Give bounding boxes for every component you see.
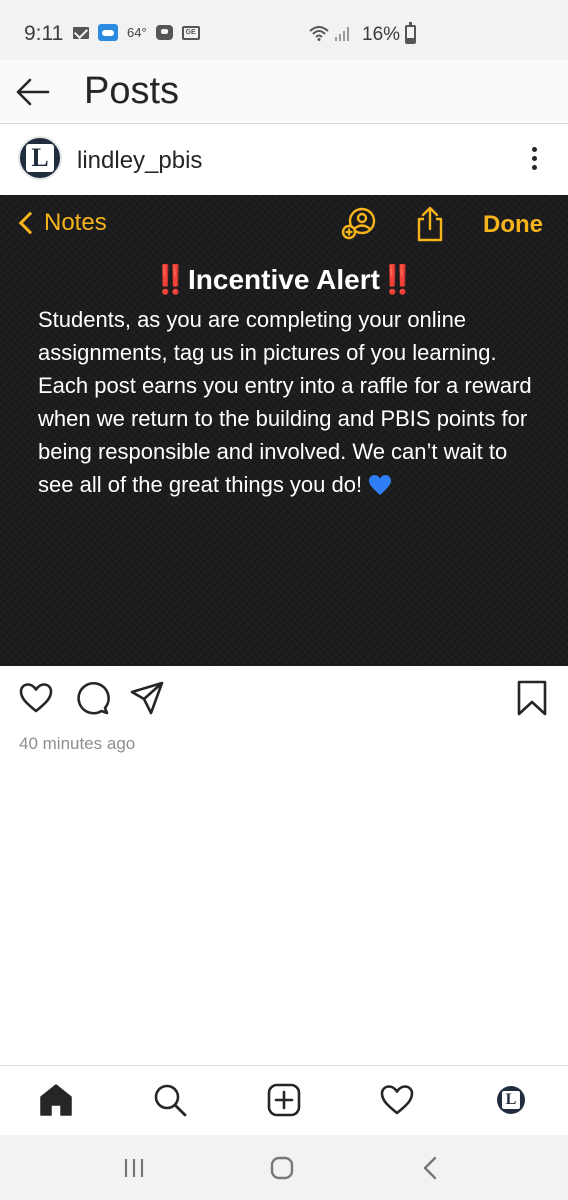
like-icon[interactable] xyxy=(18,680,54,716)
notes-done-button: Done xyxy=(483,211,543,238)
post-actions xyxy=(0,666,568,730)
weather-cloud-icon xyxy=(98,24,118,41)
status-time: 9:11 xyxy=(24,22,64,45)
add-post-icon[interactable] xyxy=(266,1082,302,1118)
share-icon[interactable] xyxy=(129,680,165,716)
more-vertical-icon[interactable] xyxy=(524,147,544,175)
activity-heart-icon[interactable] xyxy=(379,1082,415,1118)
avatar-letter: L xyxy=(26,144,54,172)
android-nav-bar xyxy=(0,1135,568,1200)
avatar[interactable]: L xyxy=(18,136,62,180)
add-person-icon xyxy=(341,207,376,240)
search-icon[interactable] xyxy=(152,1082,188,1118)
username[interactable]: lindley_pbis xyxy=(77,147,202,175)
home-icon[interactable] xyxy=(38,1082,74,1118)
share-upload-icon xyxy=(417,206,443,242)
bottom-nav: L xyxy=(0,1065,568,1135)
page-title: Posts xyxy=(84,70,180,112)
arrow-left-icon[interactable] xyxy=(14,74,52,110)
signal-icon xyxy=(335,27,349,41)
chevron-left-icon xyxy=(18,211,42,235)
post-timestamp: 40 minutes ago xyxy=(19,734,136,753)
chat-icon xyxy=(155,25,173,40)
alert-body-text: Students, as you are completing your onl… xyxy=(38,307,532,497)
back-chevron-icon[interactable] xyxy=(416,1153,446,1183)
app-header: Posts xyxy=(0,60,568,124)
home-circle-icon[interactable] xyxy=(267,1153,297,1183)
post-image[interactable]: Notes Done ‼️Incentive Alert‼️ Students,… xyxy=(0,195,568,666)
blue-heart-icon xyxy=(369,475,392,495)
alert-title-text: Incentive Alert xyxy=(188,264,380,295)
alert-body: Students, as you are completing your onl… xyxy=(38,303,538,501)
double-exclamation-icon: ‼️ xyxy=(379,264,415,295)
battery-percent: 16% xyxy=(362,24,401,45)
battery-icon xyxy=(405,22,416,44)
notification-icons: 64° GE xyxy=(73,24,200,41)
post-header: L lindley_pbis xyxy=(0,125,568,195)
notes-back-button: Notes xyxy=(18,209,107,237)
recents-icon[interactable] xyxy=(119,1153,149,1183)
mail-icon xyxy=(73,26,89,39)
profile-avatar[interactable]: L xyxy=(497,1086,525,1114)
alert-title: ‼️Incentive Alert‼️ xyxy=(0,263,568,296)
temperature-label: 64° xyxy=(127,25,147,40)
comment-icon[interactable] xyxy=(74,680,110,716)
wifi-icon xyxy=(309,26,329,41)
status-bar: 9:11 64° GE 16% xyxy=(0,0,568,60)
profile-avatar-letter: L xyxy=(502,1091,520,1109)
notes-back-label: Notes xyxy=(44,209,107,236)
ge-icon: GE xyxy=(181,25,200,40)
bookmark-icon[interactable] xyxy=(514,680,550,716)
double-exclamation-icon: ‼️ xyxy=(153,264,189,295)
